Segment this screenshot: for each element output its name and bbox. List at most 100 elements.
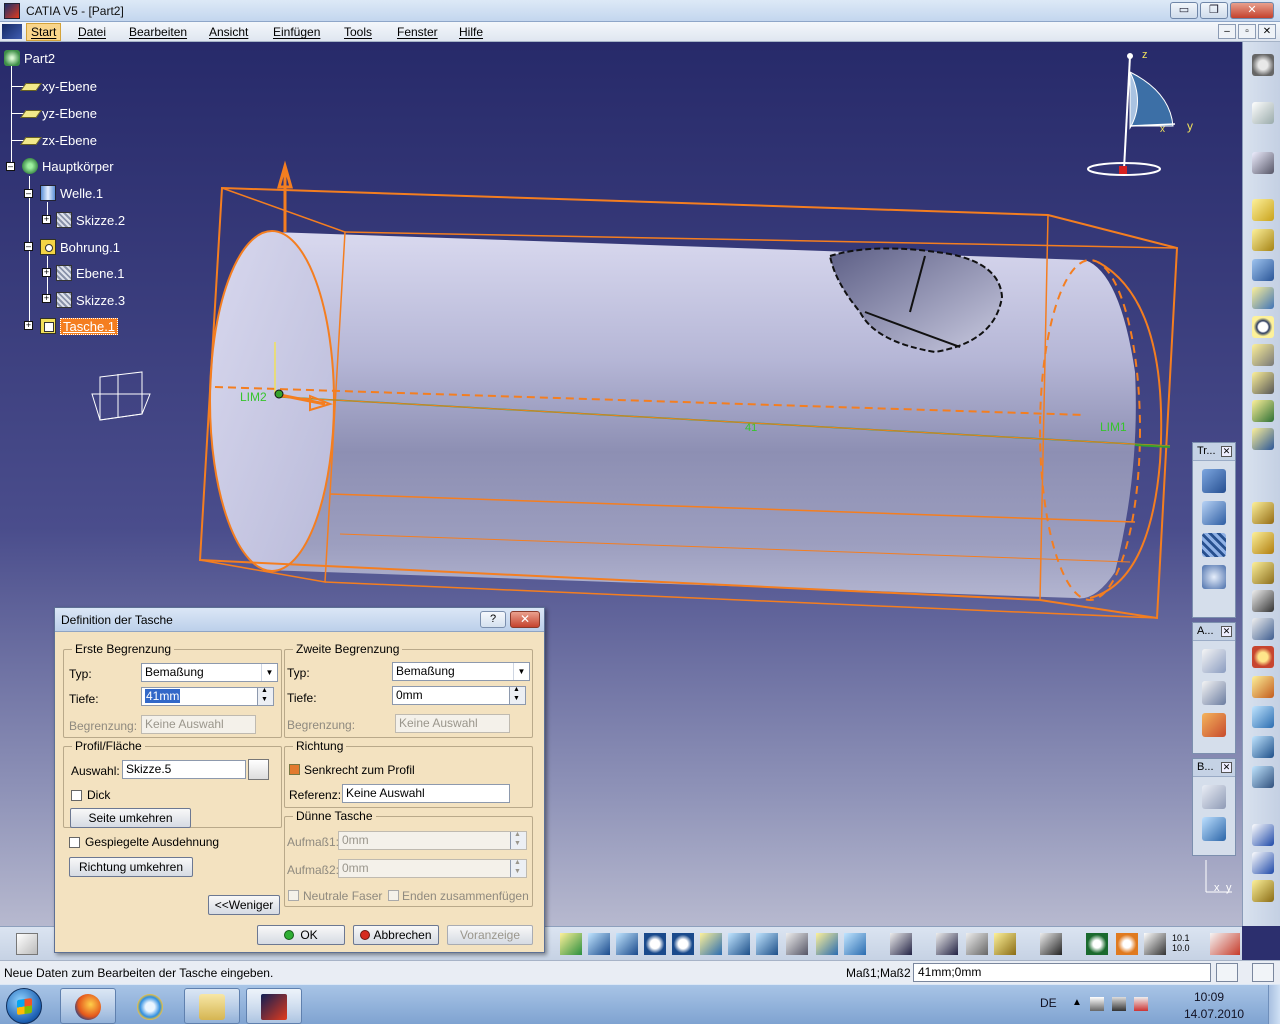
gear-icon[interactable] — [1252, 54, 1274, 76]
tree-item-ebene1[interactable]: Ebene.1 — [56, 263, 124, 283]
thread-icon[interactable] — [1252, 646, 1274, 668]
compass-icon[interactable] — [1087, 53, 1176, 176]
shaft-tool-icon[interactable] — [1252, 259, 1274, 281]
tree-item-welle[interactable]: Welle.1 — [40, 183, 103, 203]
hide-show-icon[interactable] — [816, 933, 838, 955]
pad-icon[interactable] — [1252, 199, 1274, 221]
measure-inertia-icon[interactable] — [994, 933, 1016, 955]
boolean-icon[interactable] — [1202, 817, 1226, 841]
power-input-icon[interactable] — [1216, 963, 1238, 982]
doc-close-button[interactable]: ✕ — [1258, 24, 1276, 39]
draft-icon[interactable] — [1252, 562, 1274, 584]
mirrored-extent-checkbox[interactable] — [69, 837, 80, 848]
ok-button[interactable]: OK — [257, 925, 345, 945]
expander-plane1[interactable]: + — [42, 268, 51, 277]
power-input-field[interactable]: 41mm;0mm — [913, 963, 1211, 982]
doc-minimize-button[interactable]: – — [1218, 24, 1236, 39]
spinner-icon[interactable] — [509, 687, 525, 704]
3d-annotation-icon[interactable] — [1202, 713, 1226, 737]
preview-button[interactable]: Voranzeige — [447, 925, 533, 945]
fit-all-icon[interactable] — [560, 933, 582, 955]
spinner-icon[interactable] — [510, 832, 526, 849]
scaling-icon[interactable] — [1202, 565, 1226, 589]
toolbar-close-icon[interactable]: ✕ — [1221, 626, 1232, 637]
cancel-button[interactable]: Abbrechen — [353, 925, 439, 945]
depth-dimension[interactable]: 41 — [745, 422, 757, 434]
tree-item-hauptkoerper[interactable]: Hauptkörper — [22, 156, 114, 176]
text-annotation-icon[interactable] — [1202, 649, 1226, 673]
reverse-side-button[interactable]: Seite umkehren — [70, 808, 191, 828]
normal-view-icon[interactable] — [700, 933, 722, 955]
menu-ansicht[interactable]: Ansicht — [209, 25, 248, 39]
line-icon[interactable] — [1252, 852, 1274, 874]
expander-shaft[interactable]: – — [24, 189, 33, 198]
clear-icon[interactable] — [1252, 963, 1274, 982]
expander-pocket[interactable]: + — [24, 321, 33, 330]
pocket-tool-icon[interactable] — [1252, 229, 1274, 251]
measure-between-icon[interactable] — [936, 933, 958, 955]
expander-body[interactable]: – — [6, 162, 15, 171]
hole-tool-icon[interactable] — [1252, 316, 1274, 338]
select-arrow-icon[interactable] — [1252, 102, 1274, 124]
second-depth-input[interactable]: 0mm — [392, 686, 526, 705]
cycle-icon[interactable] — [1086, 933, 1108, 955]
merge-ends-checkbox[interactable] — [388, 890, 399, 901]
second-type-select[interactable]: Bemaßung ▼ — [392, 662, 530, 681]
toolbar-close-icon[interactable]: ✕ — [1221, 446, 1232, 457]
maximize-button[interactable]: ❐ — [1200, 2, 1228, 19]
tree-item-bohrung[interactable]: Bohrung.1 — [40, 237, 120, 257]
normal-to-profile-checkbox[interactable] — [289, 764, 300, 775]
taskbar-catia[interactable] — [246, 988, 302, 1024]
multi-view-icon[interactable] — [728, 933, 750, 955]
menu-bearbeiten[interactable]: Bearbeiten — [129, 25, 187, 39]
tree-item-tasche[interactable]: Tasche.1 — [40, 316, 119, 336]
pattern-icon[interactable] — [1202, 533, 1226, 557]
start-button[interactable] — [6, 988, 42, 1024]
lim2-point[interactable] — [274, 389, 284, 399]
mirror-icon[interactable] — [1202, 501, 1226, 525]
zoom-in-icon[interactable] — [644, 933, 666, 955]
swap-space-icon[interactable] — [844, 933, 866, 955]
chevron-down-icon[interactable]: ▼ — [513, 663, 529, 680]
spinner-icon[interactable] — [257, 688, 273, 705]
pocket-definition-dialog[interactable]: Definition der Tasche ? ✕ Erste Begrenzu… — [54, 607, 545, 953]
sketcher-icon[interactable] — [1252, 152, 1274, 174]
translate-icon[interactable] — [1202, 469, 1226, 493]
sketch-edit-icon[interactable] — [248, 759, 269, 780]
axis-system-icon[interactable] — [1144, 933, 1166, 955]
tree-item-part2[interactable]: Part2 — [4, 48, 55, 68]
first-type-select[interactable]: Bemaßung ▼ — [141, 663, 278, 682]
dialog-help-button[interactable]: ? — [480, 611, 506, 628]
show-hidden-icons-icon[interactable]: ▲ — [1072, 997, 1086, 1011]
tree-item-skizze2[interactable]: Skizze.2 — [56, 210, 125, 230]
tree-item-xy-plane[interactable]: xy-Ebene — [22, 76, 97, 96]
menu-start[interactable]: Start — [26, 23, 62, 41]
taskbar-explorer[interactable] — [184, 988, 240, 1024]
update-icon[interactable] — [890, 933, 912, 955]
point-icon[interactable] — [1252, 824, 1274, 846]
remove-face-icon[interactable] — [1252, 676, 1274, 698]
catia-app-icon[interactable] — [4, 3, 20, 19]
thickness2-input[interactable]: 0mm — [338, 859, 527, 878]
catia-menu-logo-icon[interactable] — [2, 24, 22, 39]
dialog-title-bar[interactable]: Definition der Tasche ? ✕ — [55, 608, 544, 632]
clock-time[interactable]: 10:09 — [1194, 990, 1224, 1004]
zoom-out-icon[interactable] — [672, 933, 694, 955]
expander-sketch2[interactable]: + — [42, 215, 51, 224]
assemble-icon[interactable] — [1202, 785, 1226, 809]
close-surface-icon[interactable] — [1252, 766, 1274, 788]
first-limit-field[interactable]: Keine Auswahl — [141, 715, 256, 734]
shading-icon[interactable] — [786, 933, 808, 955]
doc-restore-button[interactable]: ▫ — [1238, 24, 1256, 39]
thick-checkbox[interactable] — [71, 790, 82, 801]
fillet-icon[interactable] — [1252, 502, 1274, 524]
rotate-icon[interactable] — [616, 933, 638, 955]
snap-grid-icon[interactable]: 10.1 10.0 — [1172, 933, 1194, 955]
thickness-icon[interactable] — [1252, 618, 1274, 640]
plane-tool-icon[interactable] — [1252, 880, 1274, 902]
clock-date[interactable]: 14.07.2010 — [1184, 1007, 1244, 1021]
groove-icon[interactable] — [1252, 287, 1274, 309]
stiffener-icon[interactable] — [1252, 400, 1274, 422]
measure-item-icon[interactable] — [966, 933, 988, 955]
thickness1-input[interactable]: 0mm — [338, 831, 527, 850]
